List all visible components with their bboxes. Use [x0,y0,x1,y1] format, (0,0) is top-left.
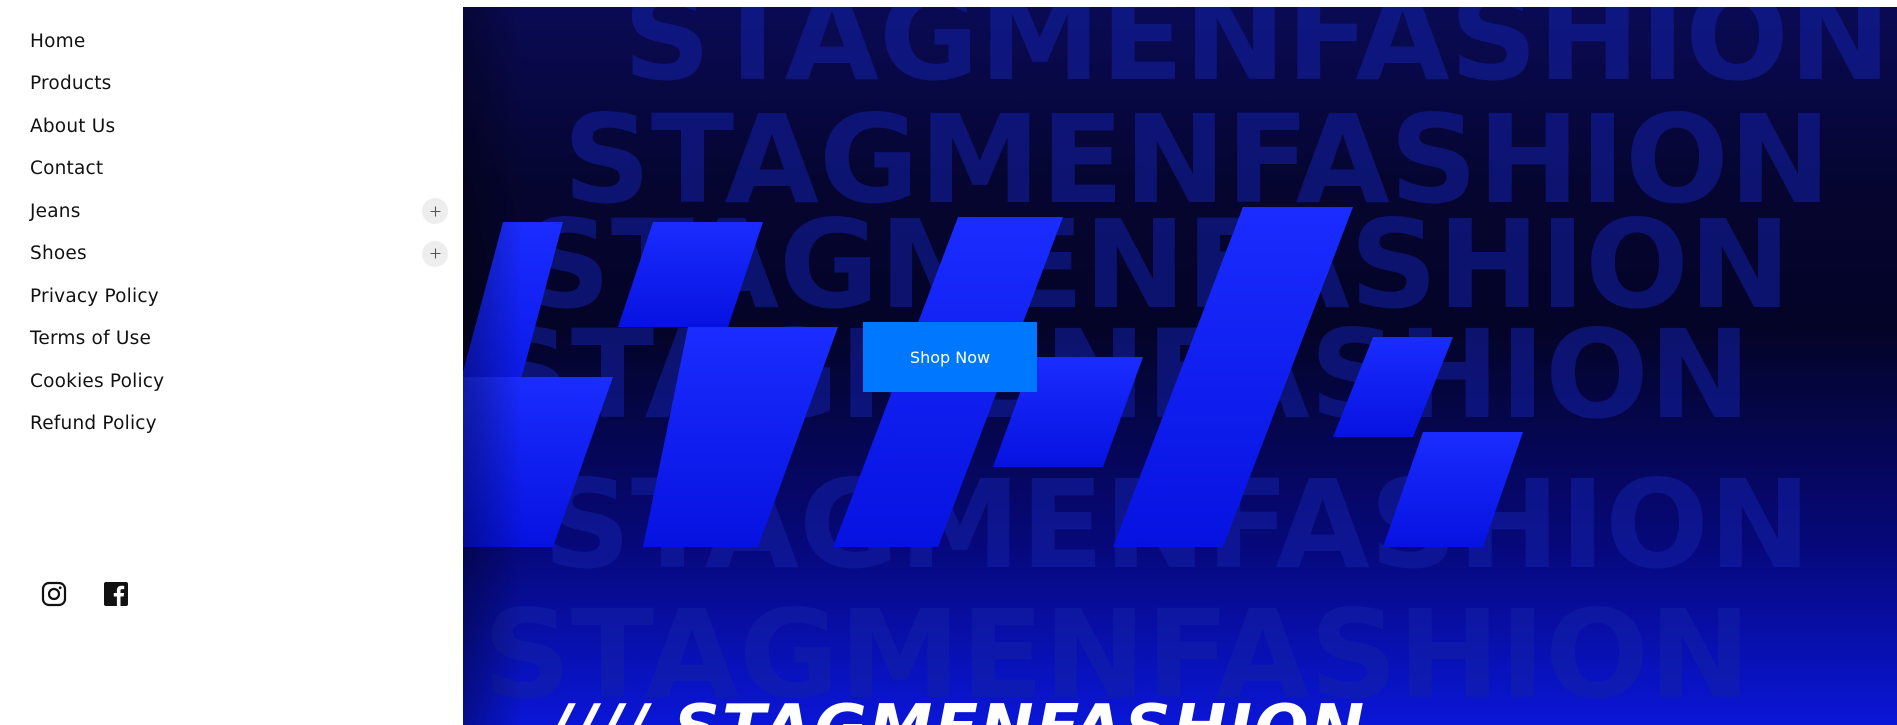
sidebar-item-terms-of-use[interactable]: Terms of Use [30,318,440,361]
sidebar-item-refund-policy[interactable]: Refund Policy [30,403,440,446]
sidebar-item-products[interactable]: Products [30,63,440,106]
sidebar-item-about-us[interactable]: About Us [30,105,440,148]
sidebar-item-cookies-policy[interactable]: Cookies Policy [30,360,440,403]
sidebar-item-contact[interactable]: Contact [30,148,440,191]
social-links [40,580,130,608]
hero-banner: STAGMENFASHION STAGMENFASHION STAGMENFAS… [463,7,1897,725]
instagram-icon[interactable] [40,580,68,608]
expand-shoes-button[interactable] [422,240,448,267]
facebook-icon[interactable] [102,580,130,608]
sidebar-item-label: Products [30,73,112,95]
hero-title: //// STAGMENFASHION [548,697,1366,725]
hero-background-art: STAGMENFASHION STAGMENFASHION STAGMENFAS… [463,7,1891,725]
sidebar-item-home[interactable]: Home [30,20,440,63]
sidebar-item-label: Shoes [30,243,87,265]
plus-icon [430,248,440,259]
sidebar-item-label: Privacy Policy [30,285,159,307]
sidebar-item-label: About Us [30,115,116,137]
sidebar-item-label: Cookies Policy [30,370,165,392]
nav-menu: Home Products About Us Contact Jeans Sho… [30,20,448,446]
sidebar-item-shoes[interactable]: Shoes [30,233,448,276]
sidebar-item-label: Home [30,30,86,52]
plus-icon [430,206,440,217]
sidebar-item-label: Contact [30,158,104,180]
sidebar-item-jeans[interactable]: Jeans [30,190,448,233]
hero-edge-shadow [463,7,523,725]
expand-jeans-button[interactable] [422,198,448,225]
sidebar-item-privacy-policy[interactable]: Privacy Policy [30,275,440,318]
sidebar-menu: Home Products About Us Contact Jeans Sho… [0,0,463,725]
shop-now-button[interactable]: Shop Now [863,322,1037,392]
sidebar-item-label: Refund Policy [30,413,157,435]
sidebar-item-label: Jeans [30,200,81,222]
sidebar-item-label: Terms of Use [30,328,152,350]
